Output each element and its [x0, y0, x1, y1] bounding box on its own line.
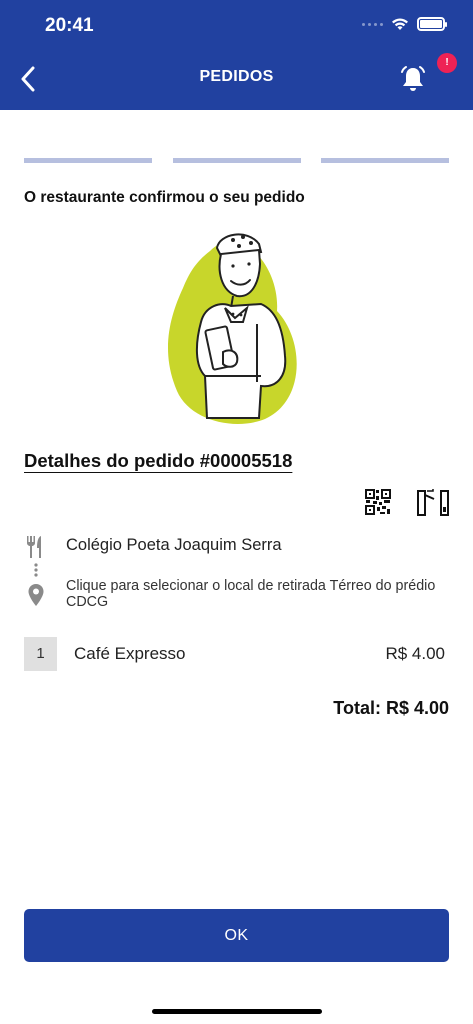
order-progress [24, 158, 449, 163]
fork-knife-icon [27, 536, 41, 558]
restaurant-name: Colégio Poeta Joaquim Serra [66, 536, 282, 554]
location-pin-icon [28, 584, 44, 606]
notifications-button[interactable] [398, 64, 428, 94]
turnstile-icon [417, 489, 449, 516]
turnstile-button[interactable] [416, 487, 450, 517]
order-item-row: 1 Café Expresso R$ 4.00 [24, 637, 449, 671]
order-status-message: O restaurante confirmou o seu pedido [24, 189, 305, 206]
order-total: Total: R$ 4.00 [333, 698, 449, 718]
progress-step-3 [321, 158, 449, 163]
pickup-text-line-1: Clique para selecionar o local de retira… [66, 578, 436, 594]
home-indicator [152, 1009, 322, 1014]
pickup-text-line-2: CDCG [66, 594, 109, 610]
qr-code-button[interactable] [365, 489, 391, 515]
qr-code-icon [365, 489, 391, 515]
battery-icon [417, 17, 447, 31]
item-price: R$ 4.00 [385, 644, 445, 663]
ok-button[interactable]: OK [24, 909, 449, 962]
item-quantity: 1 [24, 637, 57, 671]
pickup-location-selector[interactable]: Clique para selecionar o local de retira… [66, 578, 473, 610]
wifi-icon [392, 18, 408, 30]
route-dots-icon [34, 563, 38, 577]
status-time: 20:41 [45, 15, 94, 36]
status-icons [362, 17, 447, 31]
app-header: 20:41 PEDIDOS ! [0, 0, 473, 110]
signal-icon [362, 22, 383, 26]
bell-icon [401, 66, 425, 91]
waiter-illustration [167, 233, 297, 424]
order-details-title: Detalhes do pedido #00005518 [24, 450, 293, 471]
notification-badge: ! [437, 53, 457, 73]
progress-step-1 [24, 158, 152, 163]
item-name: Café Expresso [74, 644, 186, 663]
progress-step-2 [172, 158, 301, 163]
